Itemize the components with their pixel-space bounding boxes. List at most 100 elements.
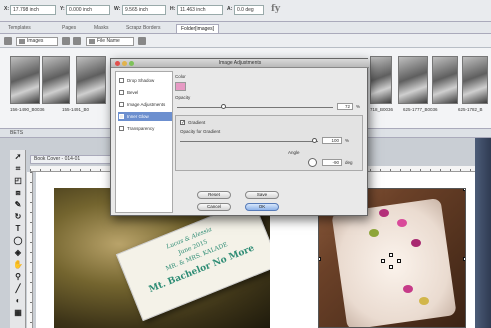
checkbox[interactable]	[119, 126, 124, 131]
opacity-value[interactable]: 72	[337, 103, 353, 110]
w-field[interactable]: 9.565 inch	[122, 5, 166, 15]
h-field[interactable]: 11.463 inch	[177, 5, 223, 15]
angle-label: Angle	[288, 150, 300, 155]
stamp-tool-icon[interactable]: ⧈	[13, 188, 23, 198]
document-tab[interactable]: Book Cover - 014-01	[30, 155, 112, 164]
background-edge	[475, 138, 491, 328]
close-icon[interactable]	[115, 61, 120, 66]
grid-tool-icon[interactable]: ▦	[13, 308, 23, 318]
source-select-label: Images	[27, 38, 44, 44]
thumbnail-caption: 155-1491_B0	[62, 107, 90, 112]
move-handle[interactable]	[389, 265, 393, 269]
opacity-slider[interactable]	[177, 107, 333, 108]
angle-unit: deg	[345, 160, 353, 165]
checkbox[interactable]	[119, 90, 124, 95]
tab-templates[interactable]: Templates	[4, 24, 35, 33]
thumbnail-image[interactable]	[462, 56, 488, 104]
shape-tool-icon[interactable]: ◈	[13, 248, 23, 258]
dialog-title-bar[interactable]: Image Adjustments	[111, 59, 369, 68]
brush-tool-icon[interactable]: ✎	[13, 200, 23, 210]
thumbnail-image[interactable]	[76, 56, 106, 104]
h-label: H:	[170, 6, 176, 12]
flower	[379, 209, 389, 217]
resize-handle[interactable]	[463, 189, 465, 191]
list-item-transparency[interactable]: Transparency	[118, 124, 172, 133]
tab-masks[interactable]: Masks	[90, 24, 112, 33]
thumbnail-image[interactable]	[432, 56, 458, 104]
folder-up-icon[interactable]	[62, 37, 70, 45]
save-button[interactable]: Save	[245, 191, 279, 199]
checkbox[interactable]	[119, 114, 124, 119]
rotate-tool-icon[interactable]: ↻	[13, 212, 23, 222]
thumbnail-image[interactable]	[10, 56, 40, 104]
angle-label: A:	[227, 6, 233, 12]
list-item-bevel[interactable]: Bevel	[118, 88, 172, 97]
color-swatch[interactable]	[175, 82, 186, 91]
list-item-drop-shadow[interactable]: Drop Shadow	[118, 76, 172, 85]
w-label: W:	[114, 6, 121, 12]
checkbox[interactable]	[119, 78, 124, 83]
gradient-opacity-knob[interactable]	[312, 138, 317, 143]
image-adjustments-dialog: Image Adjustments Drop Shadow Bevel Imag…	[110, 58, 369, 216]
text-tool-icon[interactable]: T	[13, 224, 23, 234]
select-tool-icon[interactable]: ◰	[13, 176, 23, 186]
refresh-icon[interactable]	[138, 37, 146, 45]
tab-folder-images[interactable]: Folder[images]	[176, 24, 220, 33]
folder-icon	[19, 39, 25, 44]
measurement-bar: X: 17.798 inch Y: 0.000 inch W: 9.565 in…	[0, 0, 491, 22]
leaf	[369, 229, 379, 237]
arrow-tool-icon[interactable]: ➚	[13, 152, 23, 162]
sort-select[interactable]: File Name	[86, 37, 134, 46]
ok-button[interactable]: OK	[245, 203, 279, 211]
minimize-icon[interactable]	[122, 61, 127, 66]
x-label: X:	[4, 6, 9, 12]
x-field[interactable]: 17.798 inch	[10, 5, 56, 15]
gradient-opacity-slider[interactable]	[180, 141, 318, 142]
rotate-handle[interactable]	[397, 259, 401, 263]
resize-handle[interactable]	[319, 257, 321, 261]
zoom-tool-icon[interactable]: ⚲	[13, 272, 23, 282]
gradient-opacity-value[interactable]: 100	[322, 137, 342, 144]
list-item-image-adjustments[interactable]: Image Adjustments	[118, 100, 172, 109]
angle-value[interactable]: -90	[322, 159, 342, 166]
move-handle[interactable]	[389, 253, 393, 257]
list-item-label: Inner Glow	[127, 114, 149, 119]
flower	[397, 219, 407, 227]
tab-pages[interactable]: Pages	[58, 24, 80, 33]
hand-tool-icon[interactable]: ✋	[13, 260, 23, 270]
source-select[interactable]: Images	[16, 37, 58, 46]
gradient-opacity-unit: %	[345, 138, 350, 143]
thumbnail-caption: 718_B0036	[370, 107, 394, 112]
zoom-icon[interactable]	[129, 61, 134, 66]
angle-dial[interactable]	[308, 158, 317, 167]
color-tool-icon[interactable]: ◐	[13, 296, 23, 306]
cancel-button[interactable]: Cancel	[197, 203, 231, 211]
thumbnail-image[interactable]	[398, 56, 428, 104]
thumbnail-image[interactable]	[370, 56, 392, 104]
crop-tool-icon[interactable]: ⌗	[13, 164, 23, 174]
library-toolbar: Images File Name	[0, 34, 491, 48]
sort-icon	[89, 39, 95, 44]
color-label: Color	[175, 74, 186, 79]
line-tool-icon[interactable]: ╱	[13, 284, 23, 294]
grid-view-icon[interactable]	[73, 37, 81, 45]
cake	[331, 197, 457, 327]
angle-field[interactable]: 0.0 deg	[234, 5, 264, 15]
opacity-slider-knob[interactable]	[221, 104, 226, 109]
list-item-label: Bevel	[127, 90, 139, 95]
ellipse-tool-icon[interactable]: ◯	[13, 236, 23, 246]
list-item-inner-glow[interactable]: Inner Glow	[118, 112, 172, 121]
checkbox[interactable]	[119, 102, 124, 107]
reset-button[interactable]: Reset	[197, 191, 231, 199]
y-field[interactable]: 0.000 inch	[66, 5, 110, 15]
content-tabs: Templates Pages Masks Scrapz Borders Fol…	[0, 22, 491, 34]
thumbnail-image[interactable]	[42, 56, 70, 104]
rotate-handle[interactable]	[381, 259, 385, 263]
thumbnail-caption: 156-1490_B0036	[10, 107, 45, 112]
tab-scrapz-borders[interactable]: Scrapz Borders	[122, 24, 164, 33]
library-icon[interactable]	[4, 37, 12, 45]
flower	[419, 297, 429, 305]
resize-handle[interactable]	[463, 257, 465, 261]
panel-label: BETS	[10, 130, 24, 136]
gradient-checkbox[interactable]: ✓	[180, 120, 185, 126]
